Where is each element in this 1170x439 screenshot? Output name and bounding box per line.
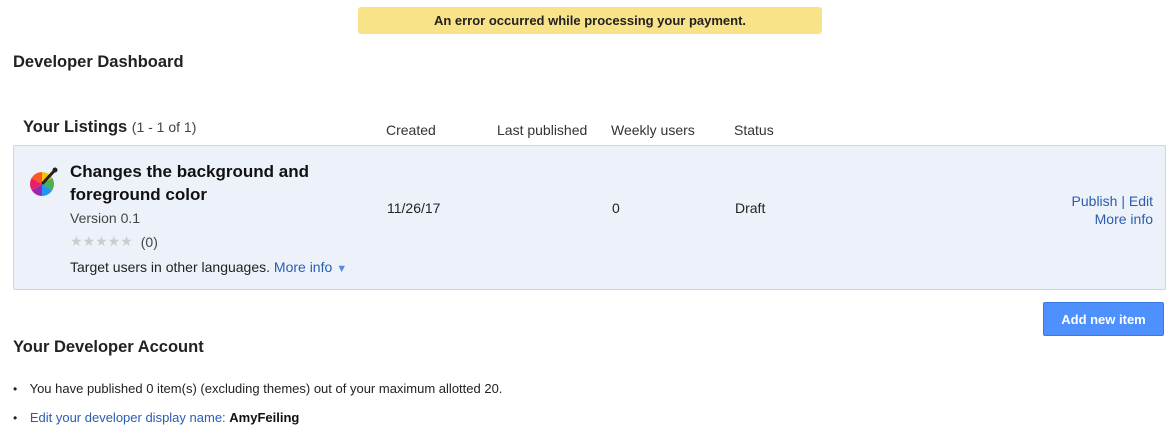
- rating-count: (0): [140, 233, 158, 250]
- listings-title-text: Your Listings: [23, 118, 128, 136]
- error-banner-text: An error occurred while processing your …: [433, 13, 747, 28]
- edit-link[interactable]: Edit: [1129, 193, 1153, 209]
- star-rating-icon: ★★★★★: [70, 233, 133, 249]
- column-header-weekly-users: Weekly users: [611, 122, 695, 138]
- target-users-text: Target users in other languages.: [70, 259, 271, 275]
- chevron-down-icon[interactable]: ▼: [336, 263, 347, 275]
- more-info-link[interactable]: More info: [1095, 211, 1153, 227]
- list-item: Edit your developer display name: AmyFei…: [13, 410, 502, 426]
- listing-row: Changes the background and foreground co…: [13, 145, 1166, 290]
- listing-actions: Publish | Edit More info: [1072, 192, 1153, 228]
- page-title: Developer Dashboard: [13, 53, 184, 71]
- list-item: You have published 0 item(s) (excluding …: [13, 381, 503, 397]
- listings-count: (1 - 1 of 1): [131, 119, 197, 135]
- color-wheel-brush-icon: [28, 166, 58, 198]
- edit-display-name-link[interactable]: Edit your developer display name:: [30, 410, 226, 425]
- error-banner: An error occurred while processing your …: [358, 7, 822, 34]
- column-header-created: Created: [386, 122, 436, 138]
- listing-weekly-users: 0: [612, 200, 620, 216]
- add-new-item-button[interactable]: Add new item: [1043, 302, 1164, 336]
- publish-link[interactable]: Publish: [1072, 193, 1118, 209]
- listing-rating: ★★★★★ (0): [70, 233, 158, 250]
- column-header-status: Status: [734, 122, 774, 138]
- listing-name: Changes the background and foreground co…: [70, 162, 309, 204]
- column-header-last-published: Last published: [497, 122, 588, 138]
- listings-title: Your Listings (1 - 1 of 1): [23, 118, 196, 137]
- target-more-info-link[interactable]: More info: [274, 259, 332, 275]
- listing-status: Draft: [735, 200, 766, 216]
- account-info-list: You have published 0 item(s) (excluding …: [13, 381, 503, 439]
- listings-header: Your Listings (1 - 1 of 1) Created Last …: [0, 118, 1170, 142]
- developer-account-title: Your Developer Account: [13, 338, 204, 356]
- developer-display-name: AmyFeiling: [229, 410, 300, 425]
- action-separator: |: [1121, 193, 1125, 209]
- target-users-line: Target users in other languages. More in…: [70, 259, 347, 275]
- published-count-text: You have published 0 item(s) (excluding …: [29, 381, 503, 396]
- listing-created-date: 11/26/17: [387, 200, 441, 216]
- listing-version: Version 0.1: [70, 210, 141, 226]
